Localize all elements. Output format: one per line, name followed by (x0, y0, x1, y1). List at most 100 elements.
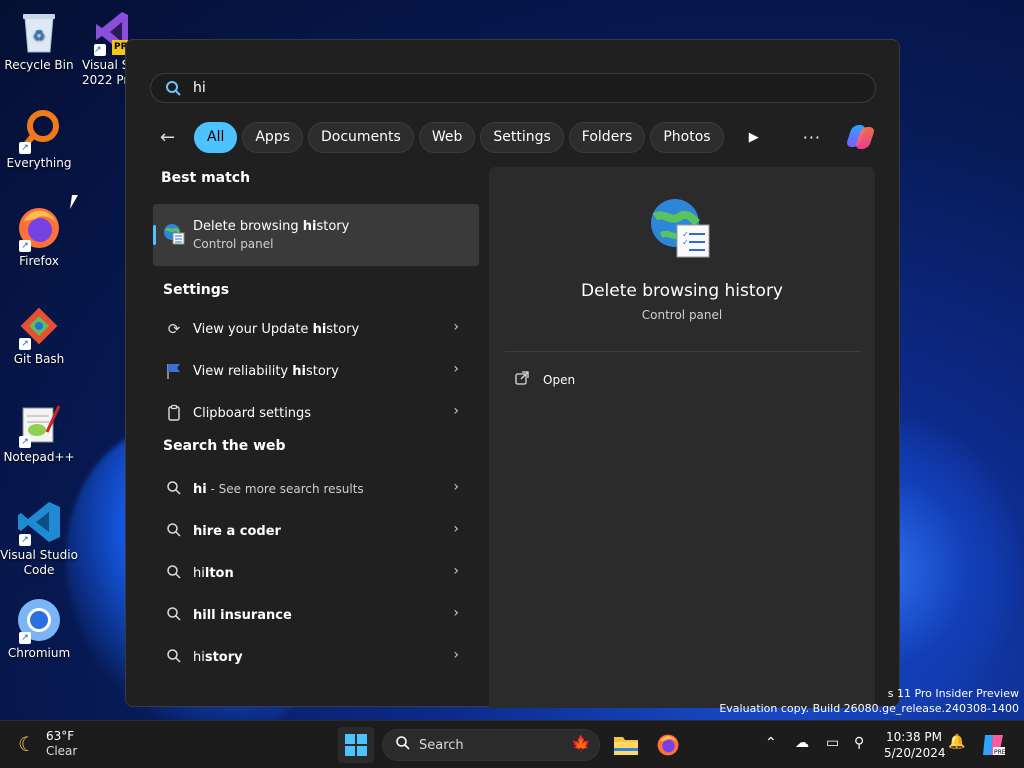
result-highlight: hi (292, 363, 306, 379)
shortcut-arrow-icon: ↗ (94, 44, 106, 56)
best-match-title-rest: story (316, 219, 350, 234)
best-match-item[interactable]: Delete browsing history Control panel (153, 204, 479, 266)
desktop-icon-notepad-plus-plus[interactable]: ↗ Notepad++ (0, 400, 78, 465)
divider (505, 351, 861, 352)
desktop-icon-chromium[interactable]: ↗ Chromium (0, 596, 78, 661)
weather-temperature: 63°F (45, 729, 75, 743)
desktop-icon-label: Firefox (19, 254, 59, 268)
result-text: hill insurance (193, 607, 292, 623)
web-result-history[interactable]: history › (153, 636, 479, 678)
preview-pane: ✓ ✓ Delete browsing history Control panel… (489, 167, 875, 708)
desktop-icon-vscode[interactable]: ↗ Visual Studio Code (0, 498, 78, 578)
search-box[interactable] (150, 73, 876, 103)
vscode-icon: ↗ (15, 498, 63, 546)
visual-studio-icon: PR ↗ (90, 8, 128, 56)
filter-chip-folders[interactable]: Folders (568, 121, 646, 153)
desktop-icon-label: Notepad++ (3, 450, 75, 464)
result-text: lton (204, 565, 234, 581)
internet-options-large-icon: ✓ ✓ (649, 197, 713, 261)
settings-result-clipboard[interactable]: Clipboard settings › (153, 392, 479, 434)
display-icon[interactable]: ▭ (826, 735, 839, 751)
clock[interactable]: 10:38 PM 5/20/2024 (884, 729, 946, 761)
search-icon (165, 648, 183, 666)
result-text: hire a coder (193, 523, 281, 539)
everything-search-icon: ↗ (15, 106, 63, 154)
settings-result-reliability-history[interactable]: View reliability history › (153, 350, 479, 392)
result-subtext: - See more search results (206, 481, 364, 496)
chevron-right-icon: › (453, 563, 459, 579)
open-label: Open (543, 373, 576, 387)
result-text-rest: story (326, 321, 360, 337)
search-icon (165, 522, 183, 540)
search-panel: ← All Apps Documents Web Settings Folder… (125, 39, 900, 708)
start-button[interactable] (338, 727, 374, 763)
onedrive-offline-icon[interactable]: ☁ (795, 735, 809, 751)
settings-heading: Settings (163, 282, 230, 298)
result-text: View reliability (193, 363, 293, 379)
watermark-line: Evaluation copy. Build 26080.ge_release.… (719, 702, 1019, 715)
chevron-right-icon: › (453, 319, 459, 335)
back-arrow-icon[interactable]: ← (160, 127, 180, 148)
web-result-hi[interactable]: hi - See more search results › (153, 468, 479, 510)
best-match-heading: Best match (161, 170, 251, 186)
desktop-icon-everything[interactable]: ↗ Everything (0, 106, 78, 171)
file-explorer-icon[interactable] (610, 729, 642, 761)
desktop-icon-label: Visual St 2022 Pre (82, 58, 128, 87)
filter-bar: ← All Apps Documents Web Settings Folder… (160, 121, 876, 153)
flag-icon (165, 362, 183, 380)
web-result-hilton[interactable]: hilton › (153, 552, 479, 594)
desktop-icon-recycle-bin[interactable]: ♻ Recycle Bin (0, 8, 78, 73)
search-web-heading: Search the web (163, 438, 286, 454)
search-input[interactable] (193, 80, 793, 96)
best-match-highlight: hi (302, 219, 317, 234)
more-options-icon[interactable]: ··· (803, 128, 821, 147)
web-result-hill-insurance[interactable]: hill insurance › (153, 594, 479, 636)
search-icon (165, 606, 183, 624)
shortcut-arrow-icon: ↗ (19, 142, 31, 154)
desktop-icon-git-bash[interactable]: ↗ Git Bash (0, 302, 78, 367)
chevron-right-icon: › (453, 605, 459, 621)
shortcut-arrow-icon: ↗ (19, 240, 31, 252)
result-text: Clipboard settings (193, 405, 312, 421)
play-icon[interactable]: ▶ (749, 130, 763, 145)
sync-icon: ⟳ (167, 320, 181, 338)
open-action[interactable]: Open (515, 371, 575, 389)
result-highlight: hi (193, 649, 205, 665)
internet-options-icon (163, 223, 185, 245)
notepad-plus-plus-icon: ↗ (15, 400, 63, 448)
taskbar: ☾ 63°F Clear Search 🍁 ⌃ ☁ ▭ ⚲ 10:38 PM 5… (0, 720, 1024, 768)
filter-chip-apps[interactable]: Apps (242, 121, 304, 153)
filter-chip-documents[interactable]: Documents (308, 121, 414, 153)
results-list: Best match Delete browsing history Contr… (153, 170, 479, 678)
desktop-icon-visual-studio[interactable]: PR ↗ Visual St 2022 Pre (78, 8, 128, 88)
copilot-icon[interactable] (845, 122, 876, 152)
notification-bell-icon[interactable]: 🔔 (948, 734, 965, 750)
copilot-taskbar-icon[interactable]: PRE (978, 729, 1010, 761)
result-highlight: hi (312, 321, 327, 337)
git-bash-icon: ↗ (15, 302, 63, 350)
filter-chip-all[interactable]: All (194, 121, 238, 153)
taskbar-search[interactable]: Search 🍁 (382, 729, 600, 761)
weather-widget[interactable]: ☾ 63°F Clear (18, 729, 77, 759)
svg-text:PRE: PRE (994, 749, 1006, 756)
selection-accent (153, 225, 156, 245)
chromium-icon: ↗ (15, 596, 63, 644)
search-icon (165, 480, 183, 498)
chevron-up-icon[interactable]: ⌃ (765, 735, 777, 751)
result-text-rest: story (305, 363, 339, 379)
search-icon (165, 80, 181, 96)
desktop-icon-label: Chromium (7, 646, 71, 660)
firefox-taskbar-icon[interactable] (652, 729, 684, 761)
desktop-icon-firefox[interactable]: ↗ Firefox (0, 204, 78, 269)
search-highlight-icon: 🍁 (571, 734, 591, 753)
shortcut-arrow-icon: ↗ (19, 338, 31, 350)
settings-result-update-history[interactable]: ⟳ View your Update history › (153, 308, 479, 350)
recycle-bin-icon: ♻ (15, 8, 63, 56)
filter-chip-web[interactable]: Web (418, 121, 476, 153)
network-icon[interactable]: ⚲ (854, 735, 864, 751)
filter-chip-photos[interactable]: Photos (650, 121, 724, 153)
web-result-hire-a-coder[interactable]: hire a coder › (153, 510, 479, 552)
chevron-right-icon: › (453, 521, 459, 537)
filter-chip-settings[interactable]: Settings (480, 121, 564, 153)
result-text: story (204, 649, 243, 665)
